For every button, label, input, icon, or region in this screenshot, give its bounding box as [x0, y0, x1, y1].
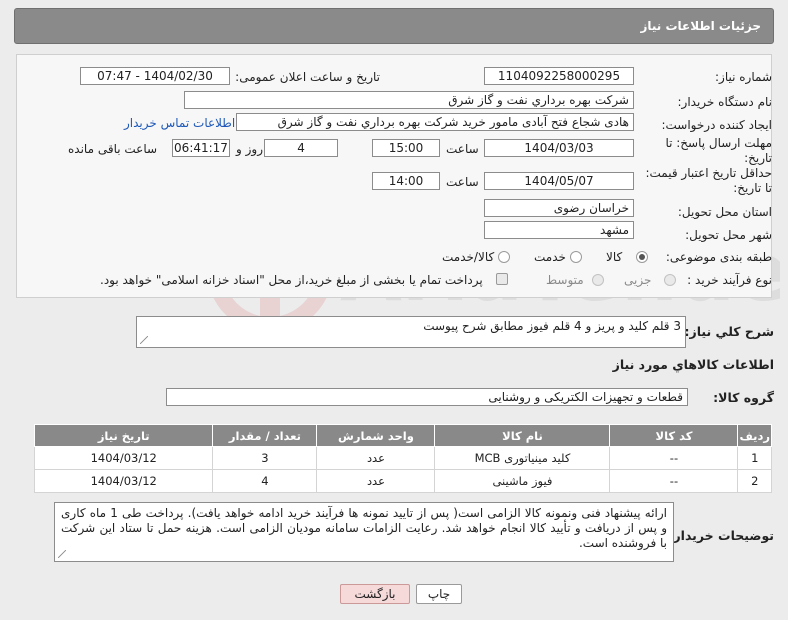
price-validity-label-1: حداقل تاریخ اعتبار قیمت:: [645, 166, 772, 180]
buyer-org-label: نام دستگاه خریدار:: [677, 95, 773, 109]
resize-handle[interactable]: [140, 336, 148, 344]
goods-table: ردیف کد کالا نام کالا واحد شمارش تعداد /…: [33, 424, 772, 493]
table-row: 1 -- کلید مینیاتوری MCB عدد 3 1404/03/12: [33, 446, 772, 470]
description-text: 3 قلم کلید و پریز و 4 قلم فیوز مطابق شرح…: [423, 319, 681, 333]
description-label: شرح كلي نياز:: [684, 324, 774, 339]
need-number-field: 1104092258000295: [484, 67, 634, 85]
category-radio-goods-service[interactable]: [498, 251, 510, 263]
price-validity-label-2: تا تاریخ:: [733, 181, 772, 195]
announce-datetime-label: تاریخ و ساعت اعلان عمومی:: [235, 70, 380, 84]
row-qty: 4: [212, 469, 318, 493]
buyer-notes-text: ارائه پیشنهاد فنی ونمونه کالا الزامی است…: [61, 506, 667, 550]
page-header: جزئیات اطلاعات نیاز: [14, 8, 774, 44]
col-qty: تعداد / مقدار: [212, 424, 318, 447]
days-label: روز و: [236, 142, 263, 156]
goods-info-title: اطلاعات كالاهاي مورد نياز: [612, 357, 774, 372]
time-remaining-label: ساعت باقی مانده: [68, 142, 158, 156]
reply-deadline-label-1: مهلت ارسال پاسخ: تا: [665, 136, 772, 150]
purchase-option-medium: متوسط: [546, 273, 584, 287]
reply-deadline-date: 1404/03/03: [484, 139, 634, 157]
delivery-province-field: خراسان رضوی: [484, 199, 634, 217]
category-radio-service[interactable]: [570, 251, 582, 263]
row-name: کلید مینیاتوری MCB: [434, 446, 611, 470]
row-index: 1: [737, 446, 772, 470]
print-button[interactable]: چاپ: [416, 584, 462, 604]
delivery-city-field: مشهد: [484, 221, 634, 239]
row-code: --: [609, 469, 739, 493]
col-date: تاریخ نیاز: [33, 424, 214, 447]
category-option-service: خدمت: [534, 250, 566, 264]
category-radio-goods[interactable]: [636, 251, 648, 263]
reply-deadline-label-2: تاریخ:: [744, 151, 772, 165]
creator-field: هادی شجاع فتح آبادی مامور خرید شرکت بهره…: [236, 113, 634, 131]
table-header-row: ردیف کد کالا نام کالا واحد شمارش تعداد /…: [33, 424, 772, 447]
delivery-city-label: شهر محل تحویل:: [685, 228, 772, 242]
col-code: کد کالا: [609, 424, 739, 447]
row-index: 2: [737, 469, 772, 493]
delivery-province-label: استان محل تحویل:: [677, 205, 772, 219]
row-unit: عدد: [316, 469, 436, 493]
time-remaining-field: 06:41:17: [172, 139, 230, 157]
row-unit: عدد: [316, 446, 436, 470]
col-index: ردیف: [737, 424, 772, 447]
row-date: 1404/03/12: [33, 446, 214, 470]
row-name: فیوز ماشینی: [434, 469, 611, 493]
price-validity-time-label: ساعت: [446, 175, 479, 189]
buyer-contact-link[interactable]: اطلاعات تماس خریدار: [124, 116, 235, 130]
category-option-goods-service: کالا/خدمت: [442, 250, 495, 264]
creator-label: ایجاد کننده درخواست:: [661, 118, 772, 132]
row-code: --: [609, 446, 739, 470]
goods-group-field: قطعات و تجهیزات الکتریکی و روشنایی: [166, 388, 688, 406]
price-validity-time: 14:00: [372, 172, 440, 190]
purchase-radio-minor[interactable]: [664, 274, 676, 286]
resize-handle[interactable]: [58, 550, 66, 558]
announce-datetime-field: 1404/02/30 - 07:47: [80, 67, 230, 85]
category-option-goods: کالا: [606, 250, 623, 264]
reply-deadline-time: 15:00: [372, 139, 440, 157]
purchase-type-label: نوع فرآیند خرید :: [687, 273, 772, 287]
price-validity-date: 1404/05/07: [484, 172, 634, 190]
row-qty: 3: [212, 446, 318, 470]
table-row: 2 -- فیوز ماشینی عدد 4 1404/03/12: [33, 469, 772, 493]
reply-time-label: ساعت: [446, 142, 479, 156]
buyer-notes-textarea[interactable]: ارائه پیشنهاد فنی ونمونه کالا الزامی است…: [54, 502, 674, 562]
category-label: طبقه بندی موضوعی:: [665, 250, 772, 264]
purchase-radio-medium[interactable]: [592, 274, 604, 286]
description-textarea[interactable]: 3 قلم کلید و پریز و 4 قلم فیوز مطابق شرح…: [136, 316, 686, 348]
buyer-org-field: شرکت بهره برداري نفت و گاز شرق: [184, 91, 634, 109]
back-button[interactable]: بازگشت: [340, 584, 410, 604]
days-remaining-field: 4: [264, 139, 338, 157]
page-title: جزئیات اطلاعات نیاز: [640, 19, 761, 33]
treasury-payment-note: پرداخت تمام یا بخشی از مبلغ خرید،از محل …: [100, 273, 483, 287]
buyer-notes-label: توضیحات خریدار:: [668, 528, 774, 543]
need-number-label: شماره نیاز:: [715, 70, 772, 84]
col-name: نام کالا: [434, 424, 611, 447]
purchase-option-minor: جزیی: [624, 273, 652, 287]
col-unit: واحد شمارش: [316, 424, 436, 447]
treasury-payment-checkbox[interactable]: [496, 273, 508, 285]
goods-group-label: گروه كالا:: [713, 390, 774, 405]
row-date: 1404/03/12: [33, 469, 214, 493]
